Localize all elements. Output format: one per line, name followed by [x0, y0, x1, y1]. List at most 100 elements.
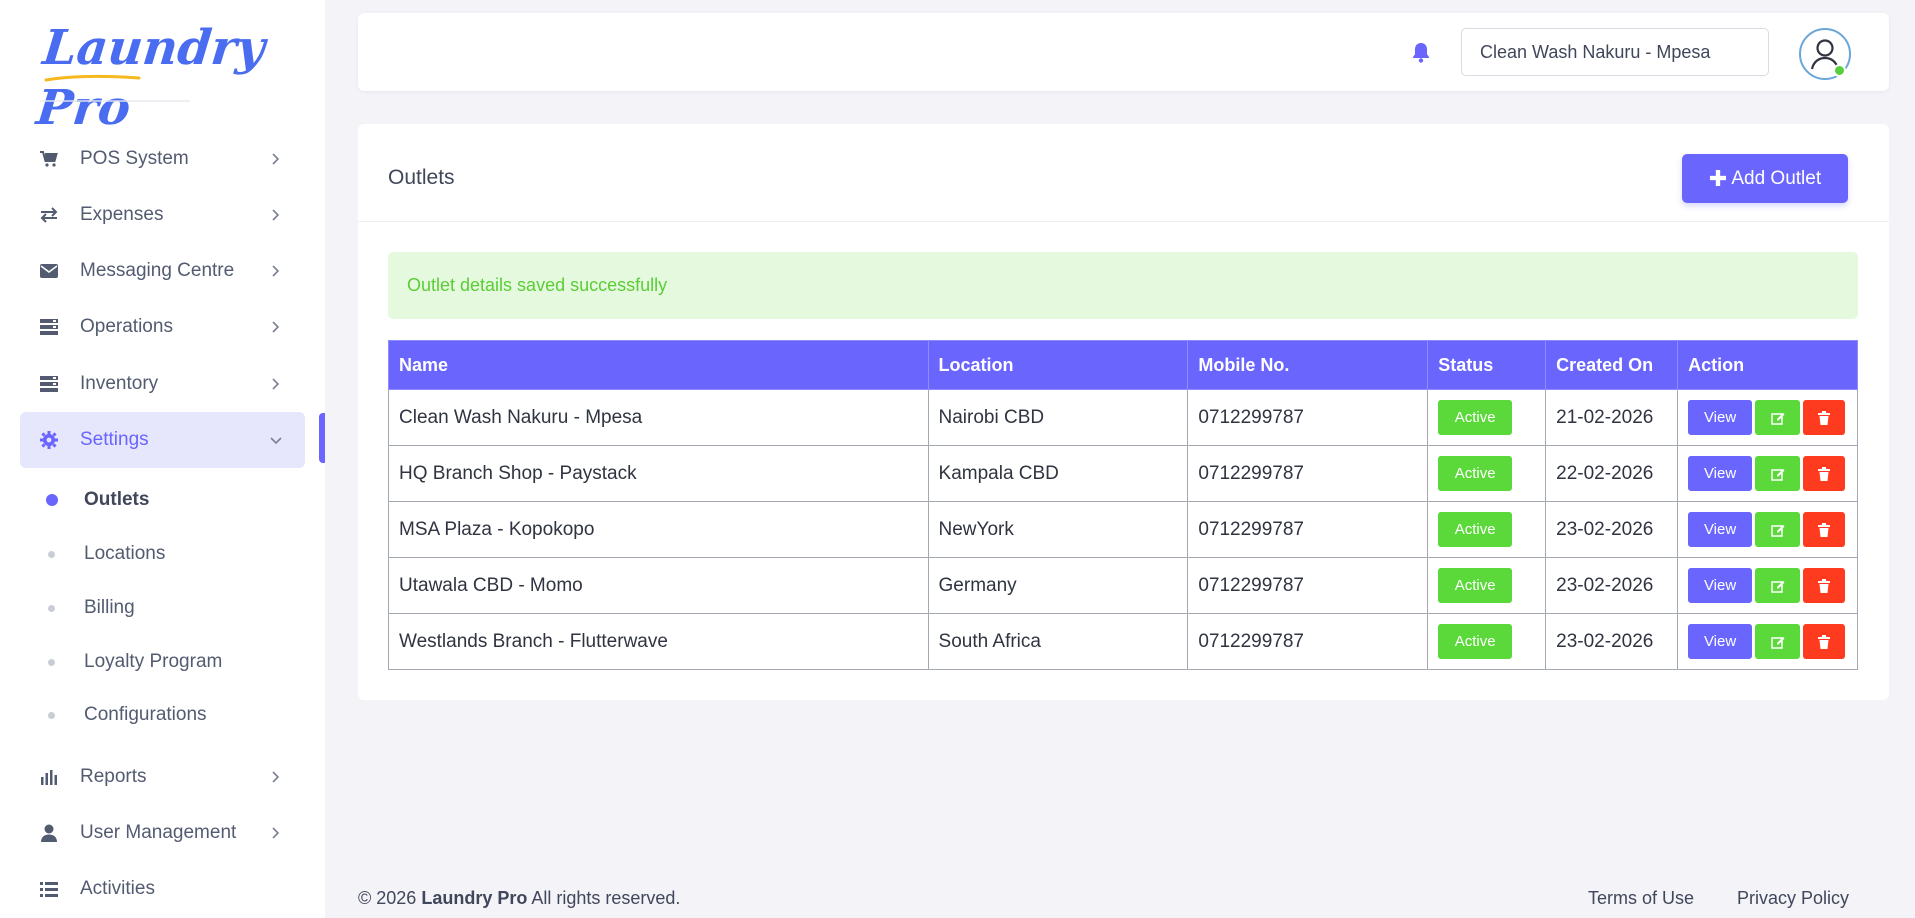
sidebar-item-user-management[interactable]: User Management: [20, 805, 305, 861]
view-button[interactable]: View: [1688, 456, 1753, 491]
cell-created-on: 22-02-2026: [1545, 445, 1679, 502]
edit-button[interactable]: [1755, 400, 1801, 435]
chevron-right-icon: [272, 771, 280, 783]
delete-button[interactable]: [1803, 512, 1846, 547]
delete-button[interactable]: [1803, 624, 1846, 659]
scrolled-item-ghost: [40, 100, 190, 108]
sidebar-subitem-billing[interactable]: Billing: [20, 586, 305, 630]
list-icon: [39, 879, 59, 899]
sidebar-item-expenses[interactable]: Expenses: [20, 187, 305, 243]
cart-icon: [39, 149, 59, 169]
sidebar-item-operations[interactable]: Operations: [20, 299, 305, 355]
sidebar-subitem-configurations[interactable]: Configurations: [20, 693, 305, 737]
brand-logo[interactable]: Laundry Pro: [34, 18, 290, 136]
edit-button[interactable]: [1755, 568, 1801, 603]
sidebar: Laundry Pro POS System Expenses Messagin…: [0, 0, 325, 918]
add-outlet-button[interactable]: ✚ Add Outlet: [1682, 154, 1848, 203]
column-header-mobile[interactable]: Mobile No.: [1187, 340, 1429, 390]
gear-icon: [39, 430, 59, 450]
sidebar-item-inventory[interactable]: Inventory: [20, 356, 305, 412]
cell-actions: View: [1677, 613, 1858, 670]
cell-mobile: 0712299787: [1187, 501, 1429, 558]
view-button[interactable]: View: [1688, 568, 1753, 603]
edit-button[interactable]: [1755, 512, 1801, 547]
add-outlet-label: Add Outlet: [1731, 167, 1822, 189]
logo-swoosh-icon: [44, 74, 141, 82]
privacy-link[interactable]: Privacy Policy: [1737, 888, 1849, 909]
sidebar-item-label: Messaging Centre: [80, 260, 235, 281]
card-header: Outlets ✚ Add Outlet: [358, 124, 1889, 222]
copyright-prefix: © 2026: [358, 888, 417, 908]
sidebar-item-pos-system[interactable]: POS System: [20, 131, 305, 187]
delete-button[interactable]: [1803, 400, 1846, 435]
bar-chart-icon: [39, 767, 59, 787]
trash-icon: [1818, 634, 1831, 649]
trash-icon: [1818, 578, 1831, 593]
sidebar-item-settings[interactable]: Settings: [20, 412, 305, 468]
table-row: HQ Branch Shop - Paystack Kampala CBD 07…: [388, 445, 1858, 502]
view-button[interactable]: View: [1688, 624, 1753, 659]
cell-status: Active: [1427, 501, 1547, 558]
sidebar-subitem-outlets[interactable]: Outlets: [20, 478, 305, 522]
cell-name: MSA Plaza - Kopokopo: [388, 501, 929, 558]
chevron-right-icon: [272, 265, 280, 277]
sidebar-item-activities[interactable]: Activities: [20, 861, 305, 917]
bullet-icon: [46, 494, 58, 506]
cell-mobile: 0712299787: [1187, 557, 1429, 614]
sidebar-item-messaging-centre[interactable]: Messaging Centre: [20, 243, 305, 299]
bullet-icon: [48, 711, 55, 719]
edit-icon: [1770, 636, 1785, 649]
sidebar-item-reports[interactable]: Reports: [20, 749, 305, 805]
status-badge: Active: [1438, 624, 1513, 659]
outlet-selector[interactable]: Clean Wash Nakuru - Mpesa: [1461, 28, 1769, 76]
delete-button[interactable]: [1803, 568, 1846, 603]
sidebar-item-label: Settings: [80, 429, 149, 450]
cell-actions: View: [1677, 557, 1858, 614]
table-row: Westlands Branch - Flutterwave South Afr…: [388, 613, 1858, 670]
sidebar-item-label: POS System: [80, 148, 189, 169]
edit-button[interactable]: [1755, 456, 1801, 491]
cell-status: Active: [1427, 445, 1547, 502]
column-header-status[interactable]: Status: [1427, 340, 1547, 390]
sidebar-subitem-loyalty-program[interactable]: Loyalty Program: [20, 640, 305, 684]
terms-link[interactable]: Terms of Use: [1588, 888, 1694, 909]
cell-status: Active: [1427, 389, 1547, 446]
view-button[interactable]: View: [1688, 400, 1753, 435]
column-header-name[interactable]: Name: [388, 340, 929, 390]
bullet-icon: [48, 604, 55, 612]
alert-message: Outlet details saved successfully: [407, 275, 668, 295]
view-button[interactable]: View: [1688, 512, 1753, 547]
online-status-dot: [1833, 64, 1846, 77]
sidebar-subitem-label: Loyalty Program: [84, 651, 223, 672]
column-header-location[interactable]: Location: [927, 340, 1189, 390]
table-row: Clean Wash Nakuru - Mpesa Nairobi CBD 07…: [388, 389, 1858, 446]
server-icon: [39, 317, 59, 337]
trash-icon: [1818, 410, 1831, 425]
edit-icon: [1770, 468, 1785, 481]
sidebar-subitem-label: Configurations: [84, 704, 207, 725]
active-rail-indicator: [319, 413, 325, 463]
arrows-exchange-icon: [39, 205, 59, 225]
cell-status: Active: [1427, 613, 1547, 670]
sidebar-item-label: User Management: [80, 822, 237, 843]
copyright-suffix: All rights reserved.: [531, 888, 681, 908]
sidebar-item-label: Expenses: [80, 204, 164, 225]
bell-icon[interactable]: [1411, 42, 1431, 64]
delete-button[interactable]: [1803, 456, 1846, 491]
cell-actions: View: [1677, 501, 1858, 558]
sidebar-subitem-locations[interactable]: Locations: [20, 532, 305, 576]
status-badge: Active: [1438, 400, 1513, 435]
edit-icon: [1770, 524, 1785, 537]
cell-location: NewYork: [927, 501, 1189, 558]
edit-button[interactable]: [1755, 624, 1801, 659]
cell-name: Clean Wash Nakuru - Mpesa: [388, 389, 929, 446]
table-header-row: Name Location Mobile No. Status Created …: [388, 340, 1858, 390]
bullet-icon: [48, 658, 55, 666]
status-badge: Active: [1438, 512, 1513, 547]
page-title: Outlets: [388, 166, 455, 189]
footer-copyright: © 2026 Laundry Pro All rights reserved.: [358, 888, 680, 909]
table-row: MSA Plaza - Kopokopo NewYork 0712299787 …: [388, 501, 1858, 558]
chevron-right-icon: [272, 378, 280, 390]
column-header-created-on[interactable]: Created On: [1545, 340, 1679, 390]
outlets-card: Outlets ✚ Add Outlet Outlet details save…: [358, 124, 1889, 700]
